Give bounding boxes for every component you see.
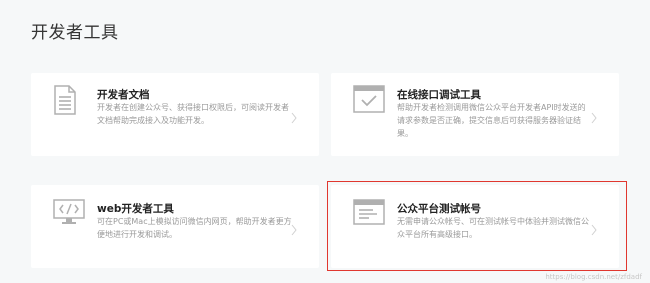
chevron-right-icon <box>291 221 297 240</box>
highlight-box <box>327 181 627 271</box>
chevron-right-icon <box>591 109 597 128</box>
card-title: 开发者文档 <box>97 89 150 101</box>
card-title: web开发者工具 <box>97 203 174 215</box>
developer-tools-page: 开发者工具 开发者文档 开发者在创建公众号、获得接口权限后，可阅读开发者文档帮助… <box>0 0 650 283</box>
card-developer-docs[interactable]: 开发者文档 开发者在创建公众号、获得接口权限后，可阅读开发者文档帮助完成接入及功… <box>31 73 319 156</box>
chevron-right-icon <box>291 109 297 128</box>
page-title: 开发者工具 <box>31 23 119 43</box>
card-description: 可在PC或Mac上模拟访问微信内网页，帮助开发者更方便地进行开发和调试。 <box>97 217 292 239</box>
card-title: 在线接口调试工具 <box>397 89 481 101</box>
card-web-dev-tool[interactable]: web开发者工具 可在PC或Mac上模拟访问微信内网页，帮助开发者更方便地进行开… <box>31 185 319 268</box>
checkbox-window-icon <box>353 85 385 117</box>
card-description: 帮助开发者检测调用微信公众平台开发者API时发送的请求参数是否正确，提交信息后可… <box>397 103 586 138</box>
card-description: 开发者在创建公众号、获得接口权限后，可阅读开发者文档帮助完成接入及功能开发。 <box>97 103 289 125</box>
monitor-code-icon <box>53 199 85 229</box>
document-icon <box>53 85 77 119</box>
card-api-debug-tool[interactable]: 在线接口调试工具 帮助开发者检测调用微信公众平台开发者API时发送的请求参数是否… <box>331 73 619 156</box>
watermark: https://blog.csdn.net/zfdadf <box>545 273 642 281</box>
